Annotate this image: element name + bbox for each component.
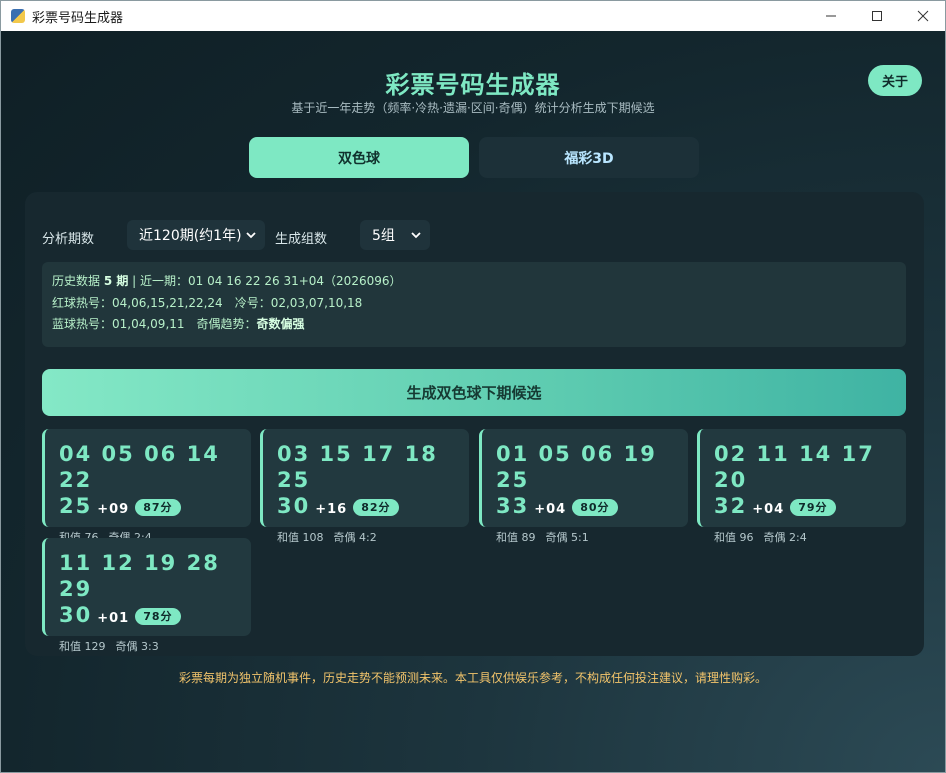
blue-number: +09 — [97, 502, 130, 517]
tab-ssq[interactable]: 双色球 — [249, 137, 469, 178]
close-icon — [917, 10, 929, 22]
red-numbers: 02 11 14 17 20 — [714, 442, 875, 492]
chevron-down-icon — [411, 232, 421, 239]
periods-label: 分析期数 — [42, 232, 95, 247]
title-bar: 彩票号码生成器 — [1, 1, 945, 31]
maximize-button[interactable] — [854, 1, 900, 31]
red-numbers: 32 — [714, 494, 748, 518]
generate-button[interactable]: 生成双色球下期候选 — [42, 369, 906, 416]
result-card: 04 05 06 14 22 25+0987分 和值 76奇偶 2:4 — [42, 429, 251, 544]
blue-number: +16 — [315, 502, 348, 517]
blue-number: +01 — [97, 611, 130, 626]
history-line: 历史数据 5 期 | 近一期：01 04 16 22 26 31+04（2026… — [52, 274, 402, 288]
result-card: 03 15 17 18 25 30 +16 82分 和值 108 奇偶 4:2 — [260, 429, 469, 544]
about-button[interactable]: 关于 — [868, 65, 922, 96]
odd-even-ratio: 奇偶 2:4 — [763, 531, 807, 544]
odd-even-ratio: 奇偶 3:3 — [115, 640, 159, 653]
red-numbers: 33 — [496, 494, 530, 518]
blue-number: +04 — [534, 502, 567, 517]
page-title: 彩票号码生成器 — [385, 71, 561, 99]
page-subtitle: 基于近一年走势（频率·冷热·遗漏·区间·奇偶）统计分析生成下期候选 — [291, 101, 655, 115]
red-numbers: 30 — [59, 603, 93, 627]
blue-hot-line: 蓝球热号：01,04,09,11 奇偶趋势：奇数偏强 — [52, 317, 305, 331]
red-numbers: 30 — [277, 494, 311, 518]
app-window: 彩票号码生成器 彩票号码生成器 基于近一年走势（频率·冷热·遗漏·区间·奇偶）统… — [0, 0, 946, 773]
red-numbers: 25 — [59, 494, 93, 518]
red-numbers: 04 05 06 14 22 — [59, 442, 220, 492]
score-badge: 82分 — [353, 499, 399, 516]
maximize-icon — [872, 11, 882, 21]
minimize-button[interactable] — [808, 1, 854, 31]
chevron-down-icon — [246, 232, 256, 239]
result-card: 01 05 06 19 25 33 +04 80分 和值 89 奇偶 5:1 — [479, 429, 688, 544]
odd-even-ratio: 奇偶 4:2 — [333, 531, 377, 544]
disclaimer-text: 彩票每期为独立随机事件，历史走势不能预测未来。本工具仅供娱乐参考，不构成任何投注… — [178, 671, 767, 685]
groups-select[interactable]: 5组 — [360, 220, 430, 250]
sum-value: 和值 96 — [714, 531, 754, 544]
score-badge: 80分 — [572, 499, 618, 516]
odd-even-trend: 奇数偏强 — [256, 317, 305, 331]
sum-value: 和值 108 — [277, 531, 324, 544]
tab-3d[interactable]: 福彩3D — [479, 137, 699, 178]
result-card: 11 12 19 28 29 30 +01 78分 和值 129 奇偶 3:3 — [42, 538, 251, 653]
history-count: 5 期 — [103, 274, 129, 288]
score-badge: 79分 — [790, 499, 836, 516]
periods-select[interactable]: 近120期(约1年) — [127, 220, 265, 250]
sum-value: 和值 129 — [59, 640, 106, 653]
red-hot-line: 红球热号：04,06,15,21,22,24 冷号：02,03,07,10,18 — [52, 295, 363, 310]
odd-even-ratio: 奇偶 5:1 — [545, 531, 589, 544]
close-button[interactable] — [900, 1, 945, 31]
red-numbers: 03 15 17 18 25 — [277, 442, 438, 492]
window-title: 彩票号码生成器 — [32, 10, 124, 26]
result-card: 02 11 14 17 20 32 +04 79分 和值 96 奇偶 2:4 — [697, 429, 906, 544]
periods-select-value: 近120期(约1年) — [139, 228, 242, 244]
history-info-box: 历史数据 5 期 | 近一期：01 04 16 22 26 31+04（2026… — [42, 262, 906, 347]
groups-select-value: 5组 — [372, 228, 395, 244]
blue-number: +04 — [752, 502, 785, 517]
red-numbers: 11 12 19 28 29 — [59, 551, 220, 601]
score-badge: 87分 — [135, 499, 181, 516]
red-numbers: 01 05 06 19 25 — [496, 442, 657, 492]
app-icon — [11, 9, 25, 23]
minimize-icon — [826, 15, 836, 17]
sum-value: 和值 89 — [496, 531, 536, 544]
groups-label: 生成组数 — [275, 232, 328, 247]
score-badge: 78分 — [135, 608, 181, 625]
